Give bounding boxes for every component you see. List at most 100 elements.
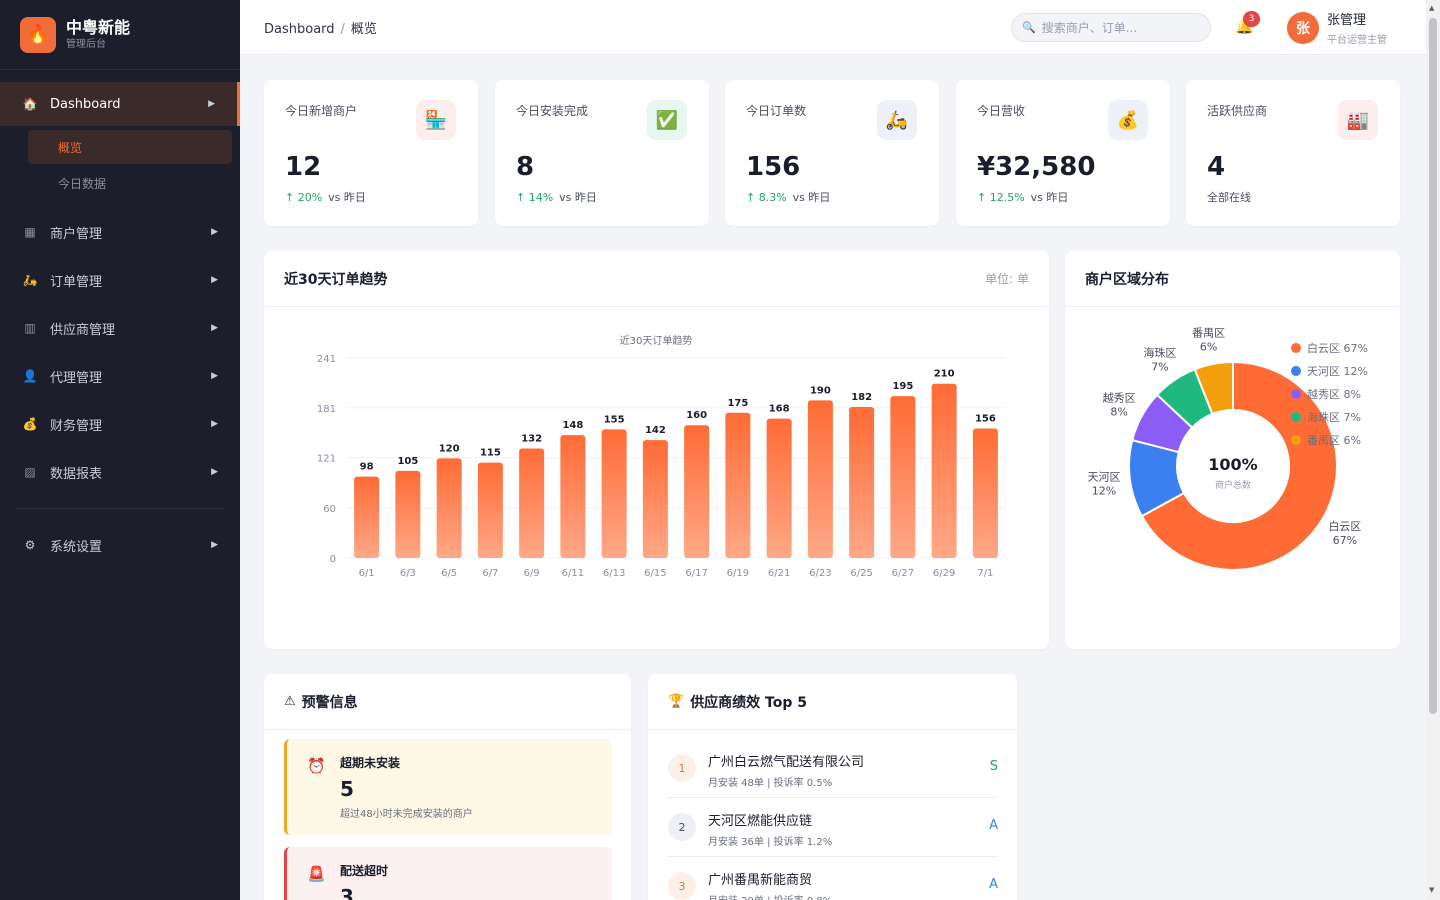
bar-value-label: 105 <box>397 456 418 467</box>
sidebar-item-agents[interactable]: 👤 代理管理 ▶ <box>0 354 240 398</box>
stat-compare: vs 昨日 <box>328 191 366 204</box>
slice-percent: 67% <box>1333 534 1357 547</box>
bar[interactable] <box>354 476 380 558</box>
stat-card-orders[interactable]: 今日订单数 🛵 156 ↑ 8.3% vs 昨日 <box>725 80 939 226</box>
stat-title: 活跃供应商 <box>1207 104 1268 118</box>
x-tick-label: 6/15 <box>644 568 666 579</box>
sidebar-item-label: 供应商管理 <box>50 322 116 338</box>
stat-change: ↑ 12.5% <box>977 191 1025 204</box>
supplier-top5-card: 🏆 供应商绩效 Top 5 1 广州白云燃气配送有限公司 月安装 48单 | 投… <box>648 674 1017 900</box>
legend-label: 越秀区 8% <box>1307 387 1361 401</box>
supplier-row[interactable]: 1 广州白云燃气配送有限公司 月安装 48单 | 投诉率 0.5% S <box>668 739 998 798</box>
bar[interactable] <box>807 400 833 558</box>
stat-title: 今日安装完成 <box>516 104 589 118</box>
bar[interactable] <box>849 406 875 558</box>
stat-card-suppliers[interactable]: 活跃供应商 🏭 4 全部在线 <box>1186 80 1400 226</box>
sidebar-item-finance[interactable]: 💰 财务管理 ▶ <box>0 402 240 446</box>
bar[interactable] <box>477 462 503 558</box>
slice-percent: 12% <box>1092 484 1116 497</box>
card-title: 供应商绩效 Top 5 <box>690 694 808 711</box>
bar-value-label: 155 <box>604 414 625 425</box>
slice-label: 天河区12% <box>1088 470 1121 497</box>
bar[interactable] <box>931 383 957 558</box>
x-tick-label: 6/25 <box>850 568 872 579</box>
search-input[interactable] <box>1041 20 1192 35</box>
sidebar-subitem-overview[interactable]: 概览 <box>28 130 232 164</box>
gear-icon: ⚙ <box>24 538 36 552</box>
app-subtitle: 管理后台 <box>66 38 106 50</box>
stat-footer: 全部在线 <box>1207 189 1251 205</box>
bar[interactable] <box>766 418 792 558</box>
rank-badge: 2 <box>668 813 696 841</box>
bar[interactable] <box>601 429 627 558</box>
stat-value: 12 <box>285 152 322 182</box>
bar[interactable] <box>684 425 710 558</box>
supplier-grade: A <box>989 818 998 833</box>
breadcrumb-separator: / <box>340 21 345 37</box>
sidebar-item-orders[interactable]: 🛵 订单管理 ▶ <box>0 258 240 302</box>
sidebar-item-suppliers[interactable]: ▥ 供应商管理 ▶ <box>0 306 240 350</box>
x-tick-label: 6/21 <box>768 568 790 579</box>
alert-delivery-timeout[interactable]: 🚨 配送超时 3 <box>284 847 612 900</box>
legend-marker <box>1291 343 1301 353</box>
stat-card-installs[interactable]: 今日安装完成 ✅ 8 ↑ 14% vs 昨日 <box>495 80 709 226</box>
supplier-meta: 月安装 36单 | 投诉率 1.2% <box>708 837 833 848</box>
scroll-down-arrow[interactable]: ▼ <box>1429 886 1434 894</box>
sidebar-item-dashboard[interactable]: 🏠 Dashboard ▶ <box>0 82 240 126</box>
bar-value-label: 98 <box>360 462 374 473</box>
bar[interactable] <box>972 428 998 558</box>
alert-overdue-install[interactable]: ⏰ 超期未安装 5 超过48小时未完成安装的商户 <box>284 739 612 835</box>
search-icon: 🔍 <box>1022 21 1036 34</box>
supplier-meta: 月安装 29单 | 投诉率 0.8% <box>708 892 832 900</box>
stat-card-new-merchants[interactable]: 今日新增商户 🏪 12 ↑ 20% vs 昨日 <box>264 80 478 226</box>
stat-compare: vs 昨日 <box>559 191 597 204</box>
avatar[interactable]: 张 <box>1287 12 1319 44</box>
siren-icon: 🚨 <box>307 865 326 883</box>
scroll-thumb[interactable] <box>1429 18 1437 714</box>
bar[interactable] <box>642 440 668 558</box>
breadcrumb-dashboard[interactable]: Dashboard <box>264 22 335 37</box>
user-role: 平台运营主管 <box>1327 35 1387 46</box>
scroll-up-arrow[interactable]: ▲ <box>1429 4 1434 12</box>
rank-badge: 1 <box>668 754 696 782</box>
sidebar-item-merchants[interactable]: ▦ 商户管理 ▶ <box>0 210 240 254</box>
caret-right-icon: ▶ <box>211 540 218 550</box>
bar[interactable] <box>560 435 586 558</box>
sidebar-item-reports[interactable]: ▨ 数据报表 ▶ <box>0 450 240 494</box>
bar[interactable] <box>725 412 751 558</box>
sidebar-item-label: 商户管理 <box>50 226 103 242</box>
slice-percent: 8% <box>1110 405 1127 418</box>
sidebar-subitem-today[interactable]: 今日数据 <box>28 166 232 200</box>
stat-compare: 全部在线 <box>1207 191 1251 204</box>
caret-right-icon: ▶ <box>211 227 218 237</box>
legend-marker <box>1291 435 1301 445</box>
sidebar-item-label: 订单管理 <box>50 274 103 290</box>
stat-value: 4 <box>1207 152 1226 182</box>
stat-card-revenue[interactable]: 今日营收 💰 ¥32,580 ↑ 12.5% vs 昨日 <box>956 80 1170 226</box>
bar-value-label: 190 <box>810 385 831 396</box>
alert-desc: 超过48小时未完成安装的商户 <box>340 809 473 820</box>
alert-count: 5 <box>340 777 354 801</box>
bar[interactable] <box>395 470 421 558</box>
bar[interactable] <box>519 448 545 558</box>
supplier-row[interactable]: 3 广州番禺新能商贸 月安装 29单 | 投诉率 0.8% A <box>668 857 998 900</box>
legend-marker <box>1291 412 1301 422</box>
order-trend-card: 近30天订单趋势 单位: 单 近30天订单趋势 0 60 121 181 241 98 6/… <box>264 251 1049 649</box>
sidebar-item-settings[interactable]: ⚙ 系统设置 ▶ <box>0 523 240 567</box>
slice-name: 天河区 <box>1088 470 1121 483</box>
card-title: 商户区域分布 <box>1085 271 1169 288</box>
bar[interactable] <box>890 396 916 558</box>
legend-label: 白云区 67% <box>1307 341 1368 355</box>
card-title: 近30天订单趋势 <box>284 271 388 288</box>
factory-icon: ▥ <box>24 321 36 335</box>
page-scrollbar[interactable]: ▲ ▼ <box>1426 0 1440 900</box>
bar[interactable] <box>436 458 462 558</box>
user-name[interactable]: 张管理 <box>1327 9 1366 28</box>
donut-center-label: 商户总数 <box>1215 479 1251 491</box>
check-icon: ✅ <box>647 100 687 140</box>
stat-change: ↑ 20% <box>285 191 323 204</box>
supplier-row[interactable]: 2 天河区燃能供应链 月安装 36单 | 投诉率 1.2% A <box>668 798 998 857</box>
slice-label: 越秀区8% <box>1103 390 1136 418</box>
logo[interactable]: 🔥 中粤新能 管理后台 <box>0 0 240 70</box>
search-box[interactable]: 🔍 <box>1011 13 1211 42</box>
